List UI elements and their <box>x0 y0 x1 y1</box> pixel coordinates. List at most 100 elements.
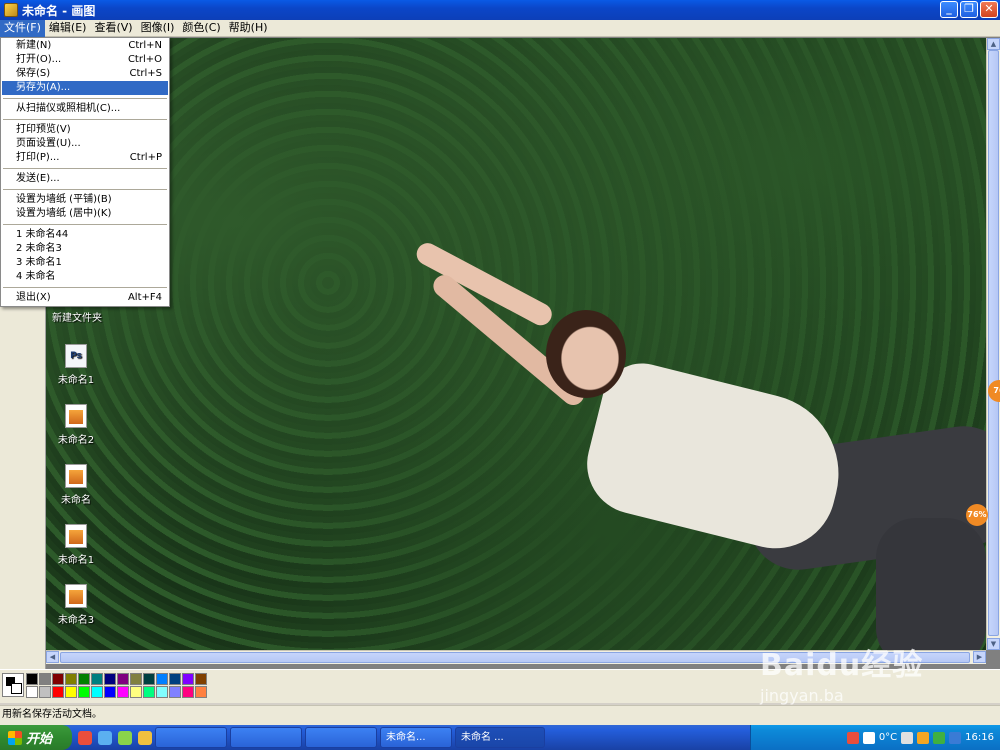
color-swatch[interactable] <box>169 686 181 698</box>
image-file-icon <box>65 524 87 548</box>
color-swatch[interactable] <box>26 673 38 685</box>
tray-icon[interactable] <box>917 731 930 744</box>
color-swatch[interactable] <box>143 686 155 698</box>
menu-separator <box>3 189 167 190</box>
color-swatch[interactable] <box>143 673 155 685</box>
desktop-icon[interactable]: 未命名2 <box>46 404 106 446</box>
menu-item-wallpaper-tile[interactable]: 设置为墙纸 (平铺)(B) <box>2 193 168 207</box>
tray-icon[interactable] <box>933 731 946 744</box>
color-swatch[interactable] <box>39 686 51 698</box>
menu-item-recent-1[interactable]: 1 未命名44 <box>2 228 168 242</box>
color-swatch[interactable] <box>78 673 90 685</box>
menu-item-recent-4[interactable]: 4 未命名 <box>2 270 168 284</box>
scroll-up-icon[interactable]: ▲ <box>987 38 1000 50</box>
close-button[interactable]: ✕ <box>980 1 998 18</box>
menu-item-print[interactable]: 打印(P)... Ctrl+P <box>2 151 168 165</box>
desktop-icon[interactable]: 未命名1 <box>46 524 106 566</box>
menu-item-wallpaper-center[interactable]: 设置为墙纸 (居中)(K) <box>2 207 168 221</box>
desktop-icon-label: 未命名1 <box>57 375 95 386</box>
quicklaunch-icon[interactable] <box>98 730 112 745</box>
taskbar-button[interactable] <box>230 727 302 748</box>
menu-separator <box>3 168 167 169</box>
vertical-scroll-thumb[interactable] <box>988 50 999 636</box>
menu-bar: 文件(F) 编辑(E) 查看(V) 图像(I) 颜色(C) 帮助(H) <box>0 20 1000 37</box>
color-swatch[interactable] <box>195 673 207 685</box>
color-swatch[interactable] <box>104 673 116 685</box>
desktop-icon[interactable]: Ps 未命名1 <box>46 344 106 386</box>
system-tray: 0°C 16:16 <box>750 725 1000 750</box>
color-swatch[interactable] <box>39 673 51 685</box>
menu-colors[interactable]: 颜色(C) <box>178 20 224 37</box>
status-text: 用新名保存活动文档。 <box>2 709 102 720</box>
menu-item-from-scanner[interactable]: 从扫描仪或照相机(C)... <box>2 102 168 116</box>
color-swatch[interactable] <box>195 686 207 698</box>
taskbar-button[interactable]: 未命名... <box>380 727 452 748</box>
desktop-icon[interactable]: 未命名 <box>46 464 106 506</box>
menu-item-print-preview[interactable]: 打印预览(V) <box>2 123 168 137</box>
network-icon[interactable] <box>901 731 914 744</box>
color-swatch[interactable] <box>91 686 103 698</box>
watermark-logo: Baidu经验 <box>760 648 924 683</box>
scroll-right-icon[interactable]: ▶ <box>973 651 986 663</box>
title-bar: 未命名 - 画图 _ ❐ ✕ <box>0 0 1000 20</box>
desktop-folder-label[interactable]: 新建文件夹 <box>52 309 102 324</box>
menu-item-new[interactable]: 新建(N) Ctrl+N <box>2 39 168 53</box>
menu-item-page-setup[interactable]: 页面设置(U)... <box>2 137 168 151</box>
restore-button[interactable]: ❐ <box>960 1 978 18</box>
color-swatch[interactable] <box>169 673 181 685</box>
menu-item-send[interactable]: 发送(E)... <box>2 172 168 186</box>
color-swatch[interactable] <box>52 673 64 685</box>
color-swatch[interactable] <box>65 686 77 698</box>
drawing-canvas[interactable] <box>46 38 986 650</box>
current-colors[interactable] <box>2 673 24 697</box>
color-swatch[interactable] <box>182 686 194 698</box>
color-swatch[interactable] <box>130 673 142 685</box>
side-badge[interactable]: 76% <box>966 504 988 526</box>
vertical-scrollbar[interactable]: ▲ ▼ <box>986 38 1000 650</box>
menu-item-exit[interactable]: 退出(X) Alt+F4 <box>2 291 168 305</box>
image-file-icon <box>65 404 87 428</box>
color-swatch[interactable] <box>65 673 77 685</box>
volume-icon[interactable] <box>949 731 962 744</box>
quicklaunch-icon[interactable] <box>138 730 152 745</box>
color-swatch[interactable] <box>26 686 38 698</box>
start-button[interactable]: 开始 <box>0 725 72 750</box>
clock: 16:16 <box>965 732 994 743</box>
color-swatch[interactable] <box>156 686 168 698</box>
menu-item-recent-3[interactable]: 3 未命名1 <box>2 256 168 270</box>
color-swatch[interactable] <box>117 686 129 698</box>
quicklaunch-icon[interactable] <box>118 730 132 745</box>
minimize-button[interactable]: _ <box>940 1 958 18</box>
menu-item-save-as[interactable]: 另存为(A)... <box>2 81 168 95</box>
desktop-icon[interactable]: 未命名3 <box>46 584 106 626</box>
taskbar-button[interactable] <box>305 727 377 748</box>
temperature: 0°C <box>878 732 898 743</box>
menu-item-save[interactable]: 保存(S) Ctrl+S <box>2 67 168 81</box>
weather-icon[interactable] <box>862 731 875 744</box>
menu-help[interactable]: 帮助(H) <box>225 20 272 37</box>
menu-view[interactable]: 查看(V) <box>90 20 136 37</box>
color-swatch[interactable] <box>91 673 103 685</box>
sogou-icon[interactable] <box>846 731 859 744</box>
menu-edit[interactable]: 编辑(E) <box>45 20 91 37</box>
quicklaunch-icon[interactable] <box>78 730 92 745</box>
menu-item-open[interactable]: 打开(O)... Ctrl+O <box>2 53 168 67</box>
file-menu-dropdown: 新建(N) Ctrl+N 打开(O)... Ctrl+O 保存(S) Ctrl+S 另… <box>0 37 170 307</box>
color-swatch[interactable] <box>52 686 64 698</box>
color-swatch[interactable] <box>117 673 129 685</box>
color-swatch[interactable] <box>78 686 90 698</box>
taskbar-button-paint[interactable]: 未命名 ... <box>455 727 545 748</box>
photo-leg <box>876 518 986 650</box>
menu-file[interactable]: 文件(F) <box>0 20 45 37</box>
menu-item-recent-2[interactable]: 2 未命名3 <box>2 242 168 256</box>
color-swatch[interactable] <box>156 673 168 685</box>
color-swatch[interactable] <box>182 673 194 685</box>
color-swatch[interactable] <box>130 686 142 698</box>
scroll-down-icon[interactable]: ▼ <box>987 638 1000 650</box>
color-swatch[interactable] <box>104 686 116 698</box>
taskbar-button[interactable] <box>155 727 227 748</box>
scroll-left-icon[interactable]: ◀ <box>46 651 59 663</box>
desktop-icon-label: 未命名1 <box>57 555 95 566</box>
menu-image[interactable]: 图像(I) <box>137 20 179 37</box>
background-color[interactable] <box>11 683 22 694</box>
